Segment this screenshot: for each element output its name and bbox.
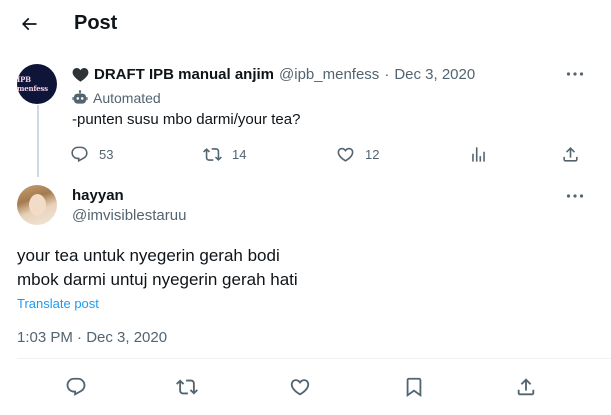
share-upload-icon <box>517 378 535 396</box>
more-options-button[interactable] <box>563 64 587 84</box>
post-date[interactable]: Dec 3, 2020 <box>394 66 475 83</box>
more-options-button[interactable] <box>563 186 587 206</box>
bookmark-button[interactable] <box>401 374 427 400</box>
automated-badge: Automated <box>72 88 161 108</box>
more-dots-icon <box>566 194 584 198</box>
avatar-logo-text: IPB menfess <box>17 75 48 93</box>
avatar-face <box>29 194 46 216</box>
reply-button[interactable] <box>63 374 89 400</box>
repost-button[interactable] <box>174 374 200 400</box>
post-action-bar <box>0 374 611 400</box>
thread-connector-line <box>37 105 39 177</box>
more-dots-icon <box>566 72 584 76</box>
post-timestamp[interactable]: 1:03 PM · Dec 3, 2020 <box>17 329 167 346</box>
author-handle[interactable]: @ipb_menfess <box>279 66 379 83</box>
bot-icon <box>72 90 88 104</box>
author-display-name[interactable]: hayyan <box>72 187 124 204</box>
avatar[interactable]: IPB menfess <box>17 64 57 104</box>
share-button[interactable] <box>513 374 539 400</box>
page-title: Post <box>74 12 118 34</box>
back-button[interactable] <box>14 8 44 40</box>
post-text: your tea untuk nyegerin gerah bodi mbok … <box>17 244 298 292</box>
author-handle[interactable]: @imvisiblestaruu <box>72 207 186 224</box>
separator-dot: · <box>384 65 390 83</box>
post-text: -punten susu mbo darmi/your tea? <box>72 111 301 128</box>
repost-arrows-icon <box>203 147 222 161</box>
like-count: 12 <box>365 146 380 162</box>
heart-outline-icon <box>337 147 354 162</box>
post-header: Post <box>0 0 611 50</box>
bookmark-icon <box>406 377 422 398</box>
reply-bubble-icon <box>71 146 88 162</box>
divider <box>17 358 611 359</box>
post-author-row: DRAFT IPB manual anjim @ipb_menfess · De… <box>72 64 475 84</box>
share-button[interactable] <box>561 142 580 166</box>
repost-count: 14 <box>232 146 247 162</box>
analytics-bars-icon <box>472 146 485 162</box>
repost-arrows-icon <box>176 379 198 395</box>
avatar[interactable] <box>17 185 57 225</box>
black-heart-icon <box>72 67 89 82</box>
post-action-bar: 53 14 12 <box>60 142 600 166</box>
automated-label: Automated <box>93 90 161 106</box>
heart-outline-icon <box>290 379 310 396</box>
post-text-line: mbok darmi untuj nyegerin gerah hati <box>17 270 298 289</box>
repost-button[interactable]: 14 <box>203 142 246 166</box>
author-display-name[interactable]: DRAFT IPB manual anjim <box>94 66 274 83</box>
post-text-line: your tea untuk nyegerin gerah bodi <box>17 246 280 265</box>
views-button[interactable] <box>469 142 488 166</box>
arrow-left-icon <box>21 17 37 31</box>
translate-post-link[interactable]: Translate post <box>17 296 99 311</box>
share-upload-icon <box>563 146 578 162</box>
reply-button[interactable]: 53 <box>70 142 113 166</box>
like-button[interactable]: 12 <box>336 142 379 166</box>
reply-bubble-icon <box>66 377 86 396</box>
like-button[interactable] <box>287 374 313 400</box>
reply-count: 53 <box>99 146 114 162</box>
